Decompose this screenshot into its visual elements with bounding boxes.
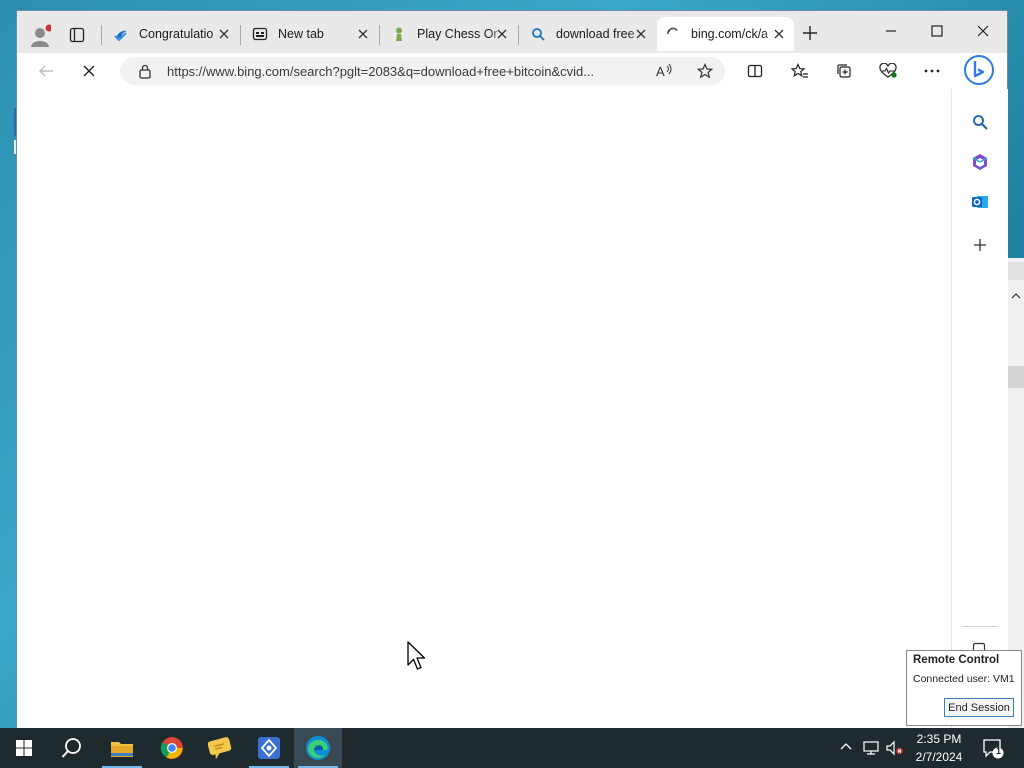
generic-app-icon (258, 737, 280, 759)
connected-user-text: Connected user: VM1 (913, 673, 1015, 685)
close-tab-icon[interactable] (495, 27, 509, 41)
remote-control-popup: Remote Control Connected user: VM1 End S… (906, 650, 1022, 726)
browser-essentials-button[interactable] (874, 57, 902, 85)
back-arrow-icon (39, 65, 53, 77)
remote-control-title: Remote Control (913, 654, 1000, 666)
tab-title: bing.com/ck/a (691, 27, 769, 41)
favorites-button[interactable] (786, 57, 814, 85)
tab-congratulations[interactable]: Congratulatio (105, 17, 239, 51)
taskbar-chat-app[interactable] (196, 728, 244, 768)
file-explorer-icon (111, 742, 133, 757)
edge-sidebar (951, 55, 1008, 728)
clock-date: 2/7/2024 (915, 750, 963, 764)
stop-icon (83, 65, 95, 77)
volume-muted-icon[interactable] (885, 740, 905, 756)
close-tab-icon[interactable] (772, 27, 786, 41)
new-tab-button[interactable] (802, 25, 818, 41)
maximize-button[interactable] (931, 25, 943, 37)
close-tab-icon[interactable] (356, 27, 370, 41)
tab-actions-button[interactable] (69, 27, 85, 43)
taskbar-edge[interactable] (294, 728, 342, 768)
tab-strip: Congratulatio New tab Play Chess Or down… (17, 11, 1007, 53)
show-hidden-icons-chevron-icon[interactable] (839, 741, 853, 751)
heartbeat-icon (879, 63, 897, 78)
bing-copilot-icon (964, 55, 994, 85)
close-window-button[interactable] (977, 25, 989, 37)
close-icon (977, 25, 989, 37)
taskbar-file-explorer[interactable] (98, 728, 146, 768)
search-icon (530, 26, 546, 42)
end-session-button[interactable]: End Session (944, 698, 1014, 717)
chevron-up-icon[interactable] (1011, 292, 1021, 300)
chrome-icon (160, 737, 183, 759)
split-screen-icon (747, 64, 763, 78)
action-center-button[interactable]: 1 (982, 738, 1006, 760)
tab-title: New tab (278, 27, 324, 41)
notification-count: 1 (995, 746, 1001, 756)
loading-spinner-icon (665, 26, 681, 42)
close-tab-icon[interactable] (217, 27, 231, 41)
tab-actions-icon (69, 27, 85, 43)
stop-loading-button[interactable] (75, 57, 103, 85)
start-button[interactable] (0, 728, 48, 768)
new-tab-icon (252, 26, 268, 42)
navigation-toolbar: https://www.bing.com/search?pglt=2083&q=… (17, 53, 1007, 89)
browser-window: Congratulatio New tab Play Chess Or down… (17, 11, 1008, 728)
favorites-icon (791, 63, 808, 78)
favorite-star-icon[interactable] (697, 63, 713, 79)
mouse-cursor-icon (407, 641, 427, 671)
chat-bubble-icon (208, 737, 232, 759)
tab-title: Play Chess Or (417, 27, 498, 41)
chess-pawn-icon (391, 26, 407, 42)
minimize-button[interactable] (885, 25, 897, 37)
bing-icon (113, 26, 129, 42)
network-icon[interactable] (862, 740, 880, 756)
taskbar-search-button[interactable] (48, 728, 96, 768)
maximize-icon (931, 25, 943, 37)
bing-copilot-button[interactable] (963, 54, 995, 86)
search-icon (61, 738, 81, 758)
edge-icon (306, 736, 330, 760)
back-button[interactable] (32, 57, 60, 85)
svg-text:A: A (656, 64, 665, 79)
sidebar-outlook-button[interactable] (966, 188, 994, 216)
collections-icon (837, 64, 851, 78)
taskbar-chrome[interactable] (148, 728, 196, 768)
tab-title: Congratulatio (139, 27, 214, 41)
profile-icon (31, 24, 51, 47)
start-icon (16, 740, 32, 756)
profile-button[interactable] (29, 24, 51, 48)
tab-play-chess[interactable]: Play Chess Or (383, 17, 517, 51)
add-icon (974, 239, 986, 251)
more-options-button[interactable] (918, 57, 946, 85)
taskbar-generic-app[interactable] (245, 728, 293, 768)
url-text[interactable]: https://www.bing.com/search?pglt=2083&q=… (167, 64, 594, 79)
close-tab-icon[interactable] (634, 27, 648, 41)
sidebar-office-button[interactable] (966, 148, 994, 176)
sidebar-search-button[interactable] (966, 108, 994, 136)
taskbar: 2:35 PM 2/7/2024 1 (0, 728, 1024, 768)
plus-icon (803, 26, 817, 40)
lock-icon[interactable] (138, 64, 152, 79)
tab-title: download free (556, 27, 635, 41)
minimize-icon (886, 30, 896, 32)
collections-button[interactable] (830, 57, 858, 85)
outlook-icon (972, 196, 988, 208)
address-bar[interactable]: https://www.bing.com/search?pglt=2083&q=… (120, 57, 725, 85)
ellipsis-icon (924, 69, 940, 73)
clock-time: 2:35 PM (916, 732, 962, 746)
tab-download-free[interactable]: download free (522, 17, 656, 51)
tab-bing-ck[interactable]: bing.com/ck/a (657, 17, 794, 51)
sidebar-add-button[interactable] (966, 231, 994, 259)
taskbar-clock[interactable]: 2:35 PM 2/7/2024 (908, 730, 970, 766)
tab-new-tab[interactable]: New tab (244, 17, 378, 51)
split-screen-button[interactable] (741, 57, 769, 85)
page-content (18, 89, 951, 728)
search-icon (973, 115, 988, 130)
office-icon (972, 154, 988, 170)
read-aloud-icon[interactable]: A (656, 63, 674, 79)
